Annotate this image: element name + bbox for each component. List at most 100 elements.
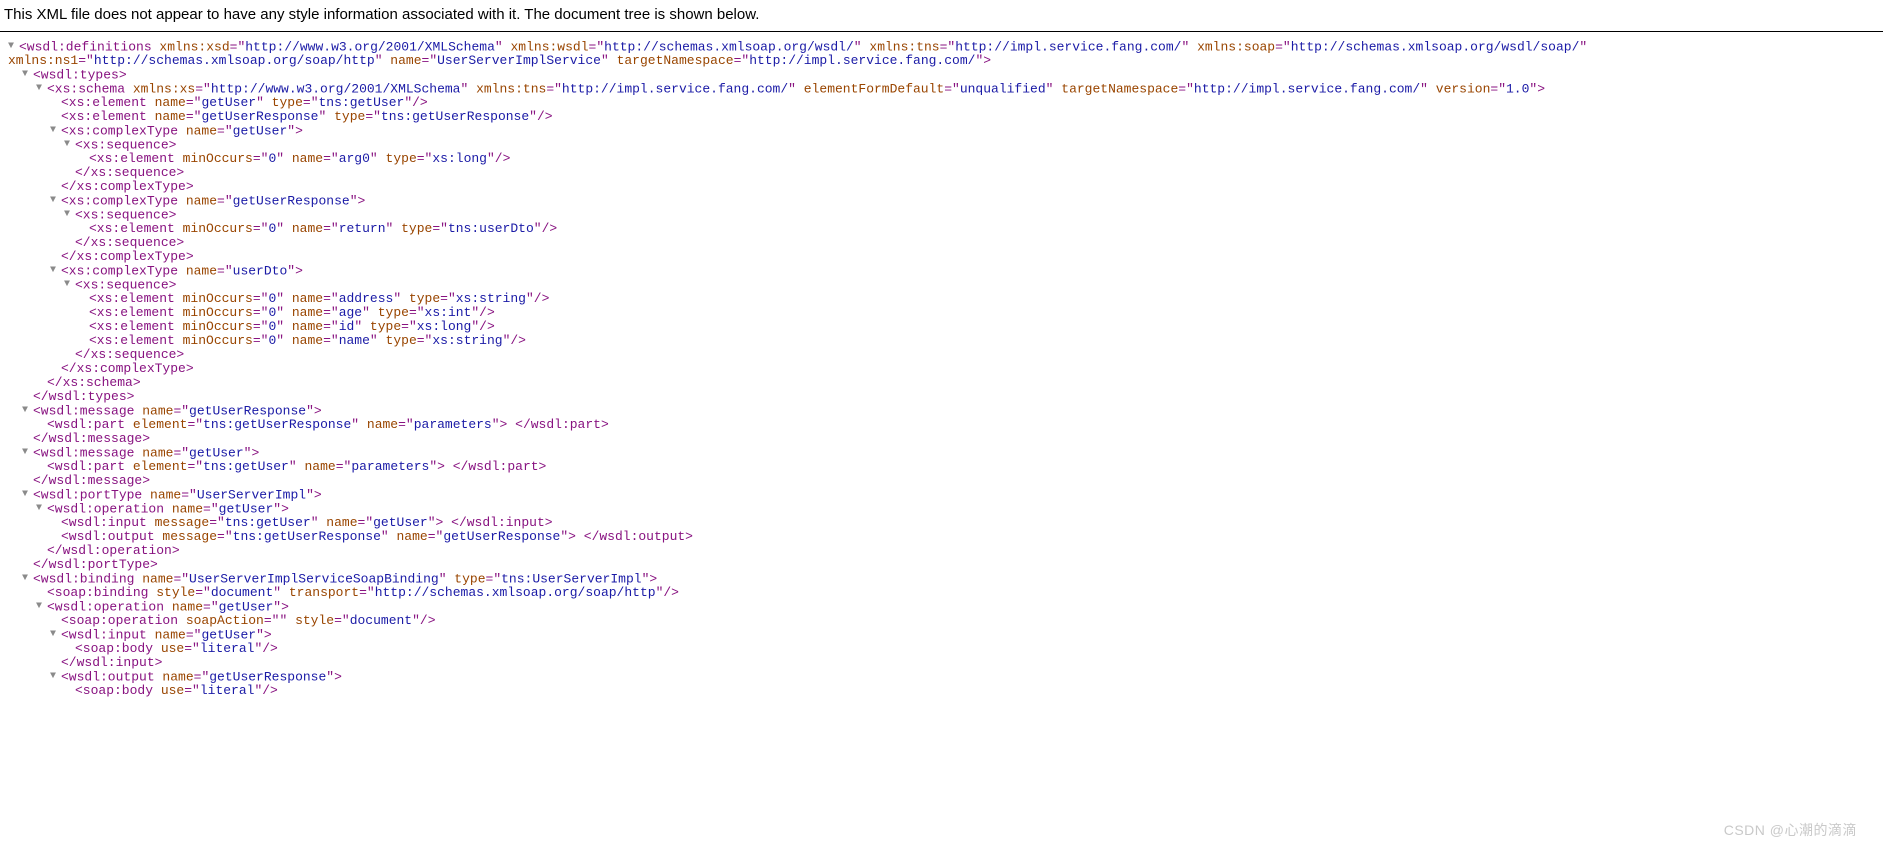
xml-tag: =": [303, 95, 319, 110]
xml-tag: <xs:element: [89, 221, 175, 236]
collapse-toggle-icon[interactable]: ▼: [50, 124, 60, 138]
xml-attr-value: unqualified: [960, 81, 1046, 96]
xml-tag: =": [253, 333, 269, 348]
xml-tag: "/>: [471, 319, 494, 334]
collapse-toggle-icon[interactable]: ▼: [22, 488, 32, 502]
xml-line: </xs:complexType>: [6, 250, 1883, 264]
xml-line: xmlns:ns1="http://schemas.xmlsoap.org/so…: [6, 54, 1883, 68]
xml-tag: <wsdl:output: [61, 529, 155, 544]
xml-tag: "/>: [487, 151, 510, 166]
xml-attr-name: targetNamespace: [609, 53, 734, 68]
xml-attr-value: xs:string: [432, 333, 502, 348]
xml-tag: ": [601, 53, 609, 68]
xml-line: ▼<xs:sequence>: [6, 208, 1883, 222]
xml-line: <wsdl:part element="tns:getUser" name="p…: [6, 460, 1883, 474]
xml-tag: <wsdl:portType: [33, 487, 142, 502]
xml-attr-value: getUser: [233, 123, 288, 138]
xml-tag: =": [253, 319, 269, 334]
xml-line: <wsdl:input message="tns:getUser" name="…: [6, 516, 1883, 530]
xml-tag: "/>: [254, 641, 277, 656]
xml-tag: "/>: [471, 305, 494, 320]
collapse-toggle-icon[interactable]: ▼: [22, 404, 32, 418]
xml-tag: ">: [1529, 81, 1545, 96]
collapse-toggle-icon[interactable]: ▼: [36, 82, 46, 96]
collapse-toggle-icon[interactable]: ▼: [50, 194, 60, 208]
xml-attr-name: use: [153, 641, 184, 656]
collapse-toggle-icon[interactable]: ▼: [50, 264, 60, 278]
xml-tag: ": [375, 53, 383, 68]
xml-attr-value: document: [211, 585, 273, 600]
xml-line: </xs:sequence>: [6, 236, 1883, 250]
collapse-toggle-icon[interactable]: ▼: [64, 138, 74, 152]
xml-attr-name: minOccurs: [175, 333, 253, 348]
xml-attr-name: name: [147, 95, 186, 110]
xml-tag: <xs:element: [61, 109, 147, 124]
xml-attr-value: http://schemas.xmlsoap.org/wsdl/soap/: [1291, 39, 1580, 54]
xml-tag: <wsdl:part: [47, 417, 125, 432]
xml-attr-name: name: [284, 291, 323, 306]
xml-tag: <xs:complexType: [61, 263, 178, 278]
collapse-toggle-icon[interactable]: ▼: [50, 670, 60, 684]
xml-tag: =": [184, 683, 200, 698]
xml-tag: "/>: [656, 585, 679, 600]
xml-tag: <xs:element: [89, 333, 175, 348]
xml-tag: =": [365, 109, 381, 124]
xml-attr-value: xs:int: [425, 305, 472, 320]
xml-attr-value: tns:userDto: [448, 221, 534, 236]
xml-attr-name: element: [125, 459, 187, 474]
xml-attr-name: minOccurs: [175, 305, 253, 320]
xml-tag: =": [323, 333, 339, 348]
xml-tag: "> </wsdl:output>: [560, 529, 693, 544]
xml-tag: <xs:complexType: [61, 193, 178, 208]
xml-tag: </xs:schema>: [47, 375, 141, 390]
xml-attr-value: getUserResponse: [201, 109, 318, 124]
xml-tag: "/>: [529, 109, 552, 124]
xml-line: <wsdl:part element="tns:getUserResponse"…: [6, 418, 1883, 432]
xml-tag: ": [788, 81, 796, 96]
xml-attr-name: name: [359, 417, 398, 432]
xml-attr-name: type: [401, 291, 440, 306]
xml-attr-value: tns:getUser: [225, 515, 311, 530]
collapse-toggle-icon[interactable]: ▼: [8, 40, 18, 54]
xml-tag: =": [409, 305, 425, 320]
xml-tag: =": [184, 641, 200, 656]
xml-line: </wsdl:operation>: [6, 544, 1883, 558]
collapse-toggle-icon[interactable]: ▼: [22, 446, 32, 460]
xml-tag: <soap:body: [75, 683, 153, 698]
xml-line: </wsdl:types>: [6, 390, 1883, 404]
xml-tag: <wsdl:part: [47, 459, 125, 474]
xml-tag: </xs:sequence>: [75, 165, 184, 180]
collapse-toggle-icon[interactable]: ▼: [22, 572, 32, 586]
xml-tag: =": [440, 291, 456, 306]
xml-line: ▼<wsdl:message name="getUser">: [6, 446, 1883, 460]
xml-tag: =": [358, 515, 374, 530]
xml-tag: =": [195, 585, 211, 600]
xml-attr-name: name: [389, 529, 428, 544]
xml-attr-value: tns:getUserResponse: [381, 109, 529, 124]
xml-attr-name: minOccurs: [175, 221, 253, 236]
xml-tag: <xs:complexType: [61, 123, 178, 138]
xml-tag: =": [217, 123, 233, 138]
xml-tag: </xs:complexType>: [61, 361, 194, 376]
xml-attr-name: xmlns:ns1: [8, 53, 78, 68]
xml-line: </wsdl:message>: [6, 474, 1883, 488]
xml-attr-value: age: [339, 305, 362, 320]
xml-tag: <wsdl:input: [61, 515, 147, 530]
xml-line: <soap:body use="literal"/>: [6, 684, 1883, 698]
xml-tag: </xs:sequence>: [75, 235, 184, 250]
collapse-toggle-icon[interactable]: ▼: [64, 278, 74, 292]
xml-line: </xs:sequence>: [6, 166, 1883, 180]
xml-tag: </wsdl:message>: [33, 431, 150, 446]
xml-line: ▼<xs:sequence>: [6, 138, 1883, 152]
xml-tag: "> </wsdl:input>: [428, 515, 553, 530]
xml-attr-name: type: [326, 109, 365, 124]
xml-tag: "> </wsdl:part>: [492, 417, 609, 432]
collapse-toggle-icon[interactable]: ▼: [50, 628, 60, 642]
collapse-toggle-icon[interactable]: ▼: [36, 502, 46, 516]
collapse-toggle-icon[interactable]: ▼: [36, 600, 46, 614]
collapse-toggle-icon[interactable]: ▼: [22, 68, 32, 82]
xml-line: ▼<wsdl:input name="getUser">: [6, 628, 1883, 642]
xml-tag: "> </wsdl:part>: [429, 459, 546, 474]
collapse-toggle-icon[interactable]: ▼: [64, 208, 74, 222]
xml-attr-name: name: [383, 53, 422, 68]
